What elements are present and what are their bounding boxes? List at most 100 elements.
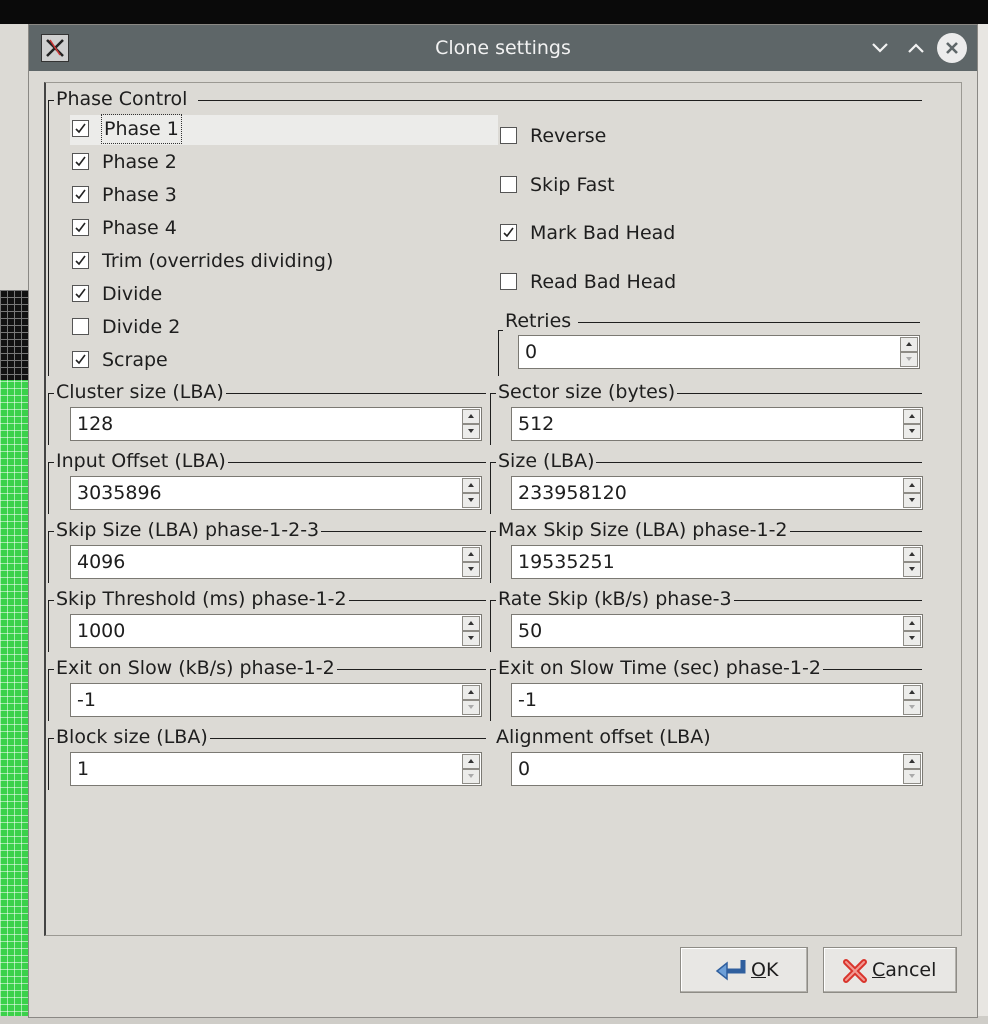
checkbox-unchecked[interactable] — [500, 127, 517, 144]
checkbox-checked[interactable] — [72, 285, 89, 302]
group-border — [677, 393, 922, 394]
spin-up-button[interactable] — [900, 337, 918, 352]
skip-size-label: Skip Size (LBA) phase-1-2-3 — [56, 519, 320, 541]
max-skip-size-value: 19535251 — [518, 551, 615, 573]
checkbox-checked[interactable] — [72, 153, 89, 170]
retries-value: 0 — [525, 341, 538, 363]
group-border — [490, 669, 491, 721]
spin-down-button[interactable] — [900, 352, 918, 367]
cancel-label: Cancel — [872, 959, 937, 981]
spin-down-button[interactable] — [903, 493, 921, 508]
rate-skip-spinbox[interactable]: 50 — [511, 614, 923, 648]
checkbox-unchecked[interactable] — [500, 273, 517, 290]
group-border — [48, 738, 49, 790]
group-border — [321, 531, 486, 532]
group-border — [48, 100, 49, 376]
checkbox-unchecked[interactable] — [72, 318, 89, 335]
retries-spinbox[interactable]: 0 — [518, 335, 920, 369]
phase-control-label: Phase Control — [56, 88, 188, 110]
spin-up-button[interactable] — [462, 616, 480, 631]
checkbox-unchecked[interactable] — [500, 176, 517, 193]
cancel-button[interactable]: Cancel — [823, 947, 957, 993]
group-border — [209, 738, 486, 739]
checkbox-phase-3-label: Phase 3 — [102, 184, 177, 206]
spin-down-button[interactable] — [903, 424, 921, 439]
group-border — [490, 462, 491, 514]
spin-up-button[interactable] — [903, 685, 921, 700]
ok-label: OK — [751, 959, 779, 981]
spin-down-button[interactable] — [462, 769, 480, 784]
sector-size-spinbox[interactable]: 512 — [511, 407, 923, 441]
group-border — [225, 393, 486, 394]
checkbox-checked[interactable] — [72, 219, 89, 236]
checkbox-divide-2-label: Divide 2 — [102, 316, 181, 338]
checkbox-checked[interactable] — [72, 120, 89, 137]
spin-down-button[interactable] — [462, 424, 480, 439]
spin-down-button[interactable] — [903, 769, 921, 784]
exit-on-slow-label: Exit on Slow (kB/s) phase-1-2 — [56, 657, 335, 679]
checkbox-trim-overrides-dividing-label: Trim (overrides dividing) — [102, 250, 334, 272]
spin-arrows — [903, 547, 921, 577]
max-skip-size-label: Max Skip Size (LBA) phase-1-2 — [498, 519, 788, 541]
spin-down-button[interactable] — [462, 631, 480, 646]
spin-down-button[interactable] — [462, 562, 480, 577]
size-value: 233958120 — [518, 482, 627, 504]
spin-up-button[interactable] — [903, 478, 921, 493]
group-border — [596, 462, 922, 463]
spin-arrows — [462, 616, 480, 646]
spin-up-button[interactable] — [903, 547, 921, 562]
group-border — [490, 600, 491, 652]
checkbox-checked[interactable] — [500, 224, 517, 241]
spin-down-button[interactable] — [903, 631, 921, 646]
block-size-value: 1 — [77, 758, 90, 780]
size-spinbox[interactable]: 233958120 — [511, 476, 923, 510]
skip-threshold-spinbox[interactable]: 1000 — [70, 614, 482, 648]
spin-down-button[interactable] — [903, 562, 921, 577]
spin-arrows — [903, 478, 921, 508]
input-offset-spinbox[interactable]: 3035896 — [70, 476, 482, 510]
exit-on-slow-time-spinbox[interactable]: -1 — [511, 683, 923, 717]
exit-on-slow-time-value: -1 — [518, 689, 537, 711]
checkbox-checked[interactable] — [72, 351, 89, 368]
cluster-size-spinbox[interactable]: 128 — [70, 407, 482, 441]
rate-skip-value: 50 — [518, 620, 543, 642]
checkbox-checked[interactable] — [72, 186, 89, 203]
spin-arrows — [462, 547, 480, 577]
exit-on-slow-spinbox[interactable]: -1 — [70, 683, 482, 717]
group-border — [48, 531, 49, 583]
sector-size-label: Sector size (bytes) — [498, 381, 676, 403]
checkbox-checked[interactable] — [72, 252, 89, 269]
max-skip-size-spinbox[interactable]: 19535251 — [511, 545, 923, 579]
group-border — [578, 322, 920, 323]
checkbox-phase-4-label: Phase 4 — [102, 217, 177, 239]
spin-up-button[interactable] — [903, 616, 921, 631]
dialog-content: Phase Control Retries 0 Cluster size (LB… — [0, 0, 988, 1024]
group-border — [48, 669, 49, 721]
alignment-offset-value: 0 — [518, 758, 531, 780]
spin-down-button[interactable] — [462, 700, 480, 715]
spin-up-button[interactable] — [462, 409, 480, 424]
skip-threshold-value: 1000 — [77, 620, 126, 642]
spin-up-button[interactable] — [903, 409, 921, 424]
red-x-icon — [842, 958, 868, 989]
spin-arrows — [462, 754, 480, 784]
exit-on-slow-value: -1 — [77, 689, 96, 711]
spin-up-button[interactable] — [903, 754, 921, 769]
sector-size-value: 512 — [518, 413, 555, 435]
block-size-spinbox[interactable]: 1 — [70, 752, 482, 786]
spin-arrows — [903, 616, 921, 646]
alignment-offset-spinbox[interactable]: 0 — [511, 752, 923, 786]
spin-up-button[interactable] — [462, 754, 480, 769]
group-border — [48, 462, 49, 514]
spin-down-button[interactable] — [903, 700, 921, 715]
skip-size-spinbox[interactable]: 4096 — [70, 545, 482, 579]
group-border — [48, 393, 49, 445]
size-label: Size (LBA) — [498, 450, 595, 472]
spin-up-button[interactable] — [462, 685, 480, 700]
spin-down-button[interactable] — [462, 493, 480, 508]
group-border — [348, 600, 486, 601]
ok-button[interactable]: OK — [680, 947, 808, 993]
spin-up-button[interactable] — [462, 478, 480, 493]
spin-up-button[interactable] — [462, 547, 480, 562]
group-border — [48, 600, 49, 652]
